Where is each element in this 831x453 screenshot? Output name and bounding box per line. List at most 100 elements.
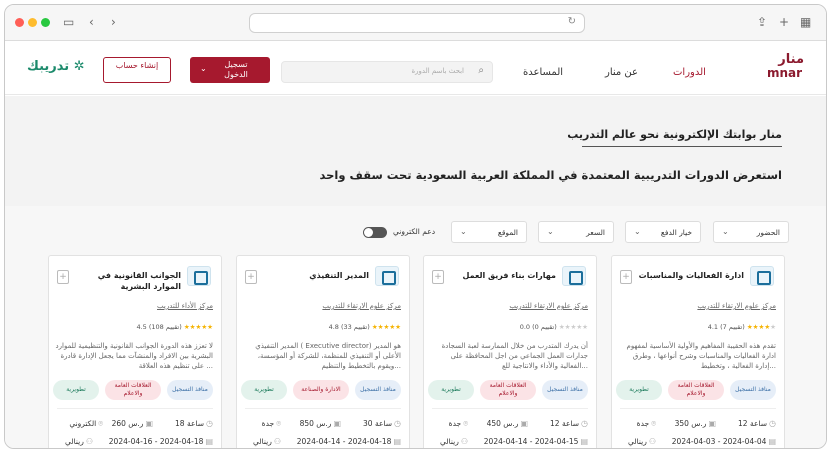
location-icon: ⌾ [276, 419, 281, 428]
rating-text: 4.8 (33 تقييم) [328, 323, 370, 331]
bookmark-icon[interactable]: + [57, 270, 69, 284]
course-card[interactable]: + المدير التنفيذي مركز علوم الارتقاء للت… [236, 255, 410, 448]
site-header: منار mnar الدورات عن منار المساعدة ابحث … [5, 41, 826, 95]
tadreeb-logo[interactable]: تدريبك ✲ [27, 59, 85, 74]
seat-icon: ⚇ [460, 437, 468, 446]
bookmark-icon[interactable]: + [620, 270, 632, 284]
seats-value: رينالي [253, 437, 272, 446]
course-hours: 12 ساعة ◷ [738, 419, 776, 428]
filter-payment[interactable]: خيار الدفع ⌄ [625, 221, 701, 243]
nav-help[interactable]: المساعدة [523, 67, 563, 78]
course-price: 450 ر.س ▣ [487, 419, 528, 428]
chevron-down-icon: ⌄ [634, 227, 641, 236]
clock-icon: ◷ [394, 419, 401, 428]
filter-location[interactable]: الموقع ⌄ [451, 221, 527, 243]
hero-divider [582, 146, 782, 147]
course-description: المدير التنفيذي ( Executive director) هو… [255, 342, 401, 370]
tabs-grid-icon[interactable]: ▦ [800, 14, 811, 30]
course-tags: منافذ التسجيل الادارة والصناعة تطويرية [241, 380, 401, 402]
rating-text: 4.1 (7 تقييم) [707, 323, 745, 331]
dates-value: 2024-04-03 - 2024-04-04 [671, 437, 767, 446]
rating-stars: ★★★★★ [746, 323, 777, 331]
provider-link[interactable]: مركز الأداء للتدريب [157, 302, 213, 310]
rating-stars: ★★★★★ [183, 323, 214, 331]
provider-link[interactable]: مركز علوم الارتقاء للتدريب [322, 302, 401, 310]
bookmark-icon[interactable]: + [245, 270, 257, 284]
register-button[interactable]: إنشاء حساب [103, 57, 171, 83]
hours-value: 30 ساعة [363, 419, 393, 428]
nav-about[interactable]: عن منار [605, 67, 638, 78]
forward-icon[interactable]: › [111, 14, 116, 30]
location-icon: ⌾ [651, 419, 656, 428]
hero-title: منار بوابتك الإلكترونية نحو عالم التدريب [567, 128, 782, 141]
chevron-down-icon: ⌄ [460, 227, 467, 236]
money-icon: ▣ [520, 419, 528, 428]
provider-link[interactable]: مركز علوم الارتقاء للتدريب [509, 302, 588, 310]
tag-channel: منافذ التسجيل [542, 380, 588, 400]
seats-value: رينالي [440, 437, 459, 446]
minimize-window-button[interactable] [28, 18, 37, 27]
bookmark-icon[interactable]: + [432, 270, 444, 284]
tag-channel: منافذ التسجيل [730, 380, 776, 400]
maximize-window-button[interactable] [41, 18, 50, 27]
course-rating: 0.0 (0 تقييم) ★★★★★ [520, 323, 589, 331]
seat-icon: ⚇ [85, 437, 93, 446]
address-bar[interactable]: ↻ [249, 13, 585, 33]
course-tags: منافذ التسجيل العلاقات العامة والاعلام ت… [53, 380, 213, 402]
seats-value: رينالي [628, 437, 647, 446]
course-price: 260 ر.س ▣ [112, 419, 153, 428]
search-icon: ⌕ [478, 65, 484, 76]
course-rating: 4.8 (33 تقييم) ★★★★★ [328, 323, 402, 331]
seat-icon: ⚇ [648, 437, 656, 446]
browser-window: ▭ ‹ › ↻ ⇪ + ▦ منار mnar الدورات عن منار … [4, 4, 827, 449]
clock-icon: ◷ [769, 419, 776, 428]
course-search-input[interactable]: ابحث باسم الدورة ⌕ [281, 61, 493, 83]
course-dates: 2024-04-16 - 2024-04-18 ▤ [109, 437, 213, 446]
dates-value: 2024-04-14 - 2024-04-18 [296, 437, 392, 446]
filter-price[interactable]: السعر ⌄ [538, 221, 614, 243]
course-title[interactable]: مهارات بناء فريق العمل [446, 270, 556, 281]
sidebar-icon[interactable]: ▭ [63, 14, 74, 30]
course-dates: 2024-04-14 - 2024-04-15 ▤ [484, 437, 588, 446]
price-value: 260 ر.س [111, 419, 144, 428]
chevron-down-icon: ⌄ [200, 64, 207, 73]
filter-payment-label: خيار الدفع [660, 228, 692, 237]
share-icon[interactable]: ⇪ [757, 14, 767, 30]
new-tab-icon[interactable]: + [779, 14, 789, 30]
course-card[interactable]: + مهارات بناء فريق العمل مركز علوم الارت… [423, 255, 597, 448]
course-card[interactable]: + الجوانب القانونية في الموارد البشرية م… [48, 255, 222, 448]
hours-value: 12 ساعة [738, 419, 768, 428]
dates-value: 2024-04-14 - 2024-04-15 [483, 437, 579, 446]
login-button[interactable]: تسجيل الدخول ⌄ [190, 57, 270, 83]
hours-value: 18 ساعة [175, 419, 205, 428]
seats-value: رينالي [65, 437, 84, 446]
course-title[interactable]: ادارة الفعاليات والمناسبات [634, 270, 744, 281]
course-tags: منافذ التسجيل العلاقات العامة والاعلام ت… [616, 380, 776, 402]
course-seats: رينالي ⚇ [628, 437, 656, 446]
reload-icon[interactable]: ↻ [568, 16, 576, 27]
course-rating: 4.5 (108 تقييم) ★★★★★ [136, 323, 214, 331]
clock-icon: ◷ [581, 419, 588, 428]
toggle-switch[interactable] [363, 227, 387, 238]
course-rating: 4.1 (7 تقييم) ★★★★★ [707, 323, 777, 331]
divider [432, 408, 588, 409]
back-icon[interactable]: ‹ [89, 14, 94, 30]
course-title[interactable]: الجوانب القانونية في الموارد البشرية [71, 270, 181, 292]
course-card[interactable]: + ادارة الفعاليات والمناسبات مركز علوم ا… [611, 255, 785, 448]
tag-category: العلاقات العامة والاعلام [105, 380, 161, 400]
courses-section: الحضور ⌄ خيار الدفع ⌄ السعر ⌄ الموقع ⌄ دعم ا… [5, 206, 826, 448]
course-dates: 2024-04-14 - 2024-04-18 ▤ [297, 437, 401, 446]
course-city: جدة ⌾ [637, 419, 656, 429]
chevron-down-icon: ⌄ [547, 227, 554, 236]
provider-link[interactable]: مركز علوم الارتقاء للتدريب [697, 302, 776, 310]
close-window-button[interactable] [15, 18, 24, 27]
mnar-logo[interactable]: منار mnar [734, 52, 804, 82]
provider-logo [562, 266, 586, 286]
money-icon: ▣ [145, 419, 153, 428]
location-icon: ⌾ [98, 419, 103, 428]
provider-logo [750, 266, 774, 286]
nav-courses[interactable]: الدورات [673, 67, 706, 78]
course-title[interactable]: المدير التنفيذي [259, 270, 369, 281]
filter-attendance[interactable]: الحضور ⌄ [713, 221, 789, 243]
calendar-icon: ▤ [205, 437, 213, 446]
